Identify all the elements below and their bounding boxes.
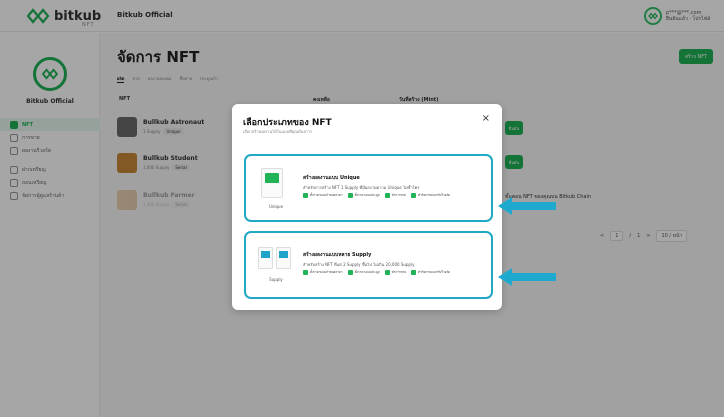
nft-type-modal: เลือกประเภทของ NFT เลือกสร้างผลงานได้ในแ… [232,104,502,310]
modal-title: เลือกประเภทของ NFT [243,118,332,128]
unique-illustration-icon [261,168,283,198]
modal-subtitle: เลือกสร้างผลงานได้ในแบบที่คุณต้องการ [243,129,312,134]
feature-item: ทำการขาย [384,193,406,198]
card-description: สำหรับการสร้าง NFT 1 Supply ที่มีผลงานคว… [303,185,420,190]
card-title: สร้างผลงานแบบ Unique [303,175,360,181]
check-icon [410,193,416,198]
feature-item: ทำกิจกรรมแลกรับรีวอร์ด [410,270,450,275]
card-title: สร้างผลงานแบบหลาย Supply [303,252,372,258]
feature-item: ทำการขาย [384,270,406,275]
pointer-arrow-icon [498,268,556,286]
close-icon[interactable]: × [482,114,490,124]
check-icon [347,193,353,198]
feature-item: ตั้งราคาแบบประมูล [347,270,380,275]
supply-option-card[interactable]: Supply สร้างผลงานแบบหลาย Supply สำหรับสร… [244,231,493,299]
check-icon [303,193,308,198]
feature-list: ตั้งราคาแบบกำหนดราคา ตั้งราคาแบบประมูล ท… [303,270,450,275]
feature-item: ตั้งราคาแบบประมูล [347,193,380,198]
check-icon [384,193,390,198]
card-label: Unique [268,204,284,209]
pointer-arrow-icon [498,197,556,215]
feature-item: ทำกิจกรรมแลกรับรีวอร์ด [410,193,450,198]
unique-option-card[interactable]: Unique สร้างผลงานแบบ Unique สำหรับการสร้… [244,154,493,222]
app-frame: bitkub NFT Bitkub Official p***@***.com … [0,0,724,417]
check-icon [303,270,308,275]
check-icon [347,270,353,275]
feature-item: ตั้งราคาแบบกำหนดราคา [303,193,343,198]
check-icon [410,270,416,275]
supply-illustration-icon [258,247,292,273]
feature-item: ตั้งราคาแบบกำหนดราคา [303,270,343,275]
card-description: สำหรับสร้าง NFT ที่แต่ 2 Supply ขึ้นไป ไ… [303,262,415,267]
check-icon [384,270,390,275]
card-label: Supply [269,277,283,282]
feature-list: ตั้งราคาแบบกำหนดราคา ตั้งราคาแบบประมูล ท… [303,193,450,198]
